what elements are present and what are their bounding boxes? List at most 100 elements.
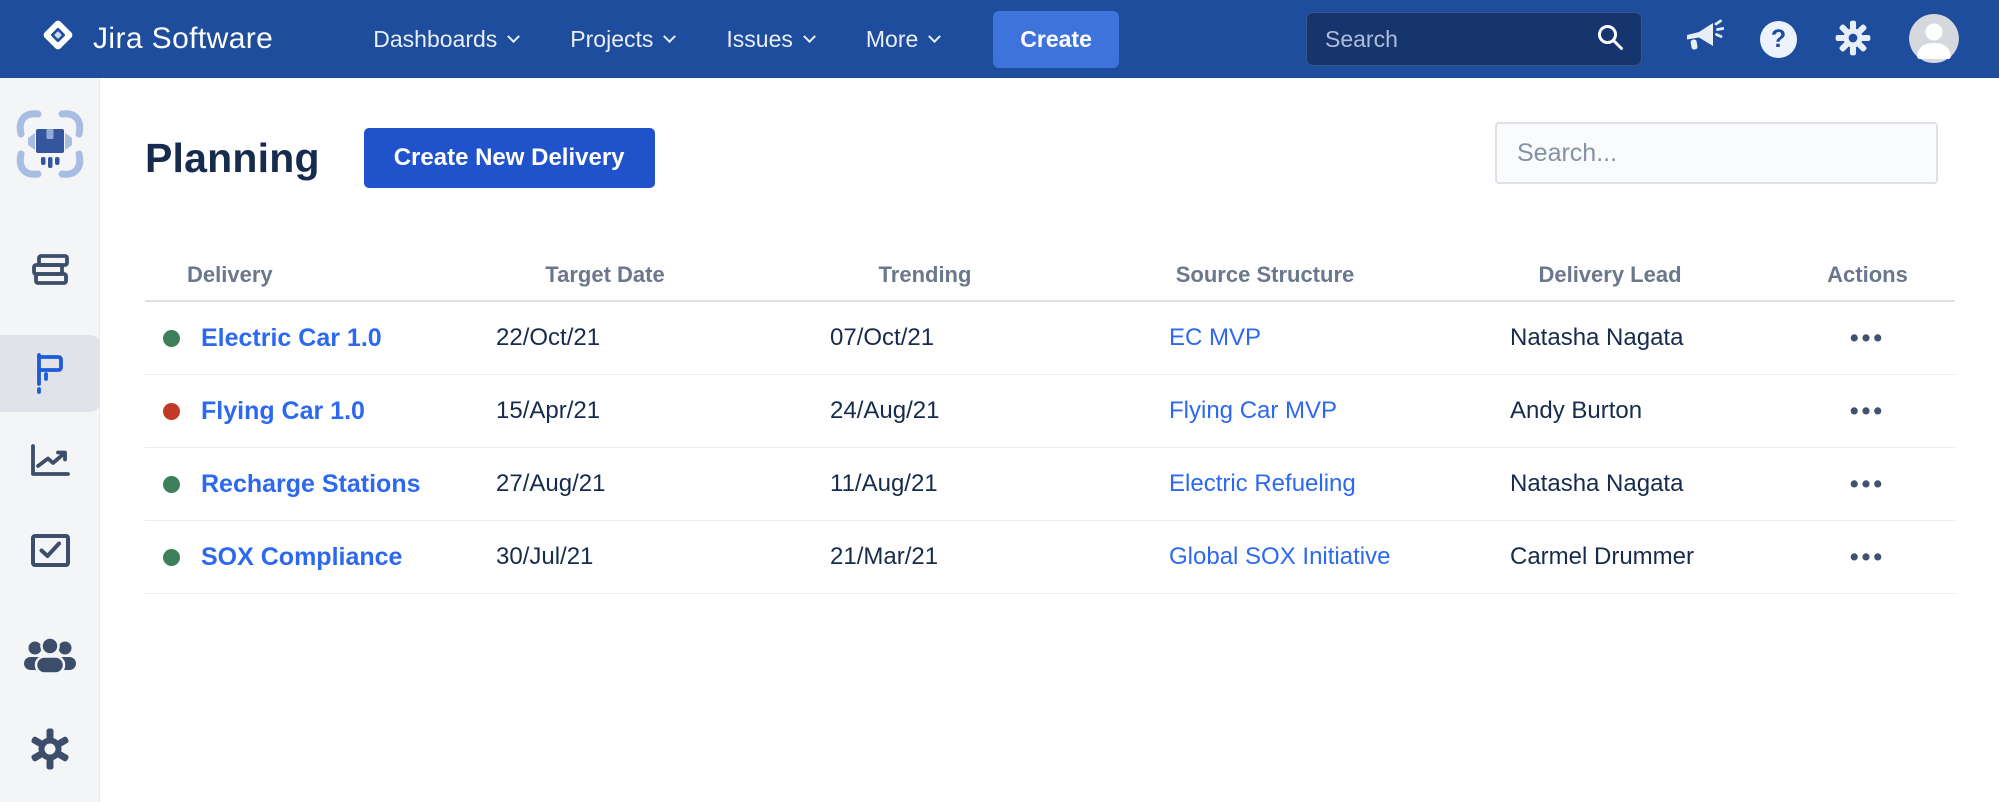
row-actions-button[interactable]: ••• — [1850, 397, 1885, 426]
status-dot — [163, 475, 180, 493]
target-date-cell: 30/Jul/21 — [496, 543, 594, 570]
delivery-link[interactable]: SOX Compliance — [201, 543, 402, 572]
gear-icon — [27, 726, 73, 775]
flag-icon — [27, 348, 73, 399]
status-dot — [163, 548, 180, 566]
user-avatar[interactable] — [1909, 14, 1959, 64]
row-actions-button[interactable]: ••• — [1850, 470, 1885, 499]
column-header-delivery: Delivery — [187, 262, 273, 287]
menu-more[interactable]: More — [865, 25, 942, 53]
package-logo-icon — [8, 102, 92, 189]
stack-icon — [24, 250, 76, 299]
target-date-cell: 27/Aug/21 — [496, 470, 606, 497]
column-header-target-date: Target Date — [545, 262, 665, 287]
menu-issues[interactable]: Issues — [726, 25, 816, 53]
chevron-down-icon — [663, 29, 677, 43]
target-date-cell: 22/Oct/21 — [496, 324, 601, 351]
table-body: Electric Car 1.0 22/Oct/21 07/Oct/21 EC … — [145, 302, 1955, 594]
sidebar-item-reports[interactable] — [0, 435, 100, 485]
target-date-cell: 15/Apr/21 — [496, 397, 601, 424]
table-row: Electric Car 1.0 22/Oct/21 07/Oct/21 EC … — [145, 302, 1955, 375]
sidebar-item-tasks[interactable] — [0, 530, 100, 574]
actions-cell: ••• — [1780, 324, 1955, 353]
delivery-cell: SOX Compliance — [145, 543, 450, 572]
delivery-link[interactable]: Flying Car 1.0 — [201, 397, 365, 426]
source-structure-link[interactable]: Flying Car MVP — [1169, 397, 1337, 424]
source-structure-cell: Flying Car MVP — [1090, 397, 1440, 425]
delivery-lead-cell: Andy Burton — [1510, 397, 1643, 424]
delivery-cell: Electric Car 1.0 — [145, 324, 450, 353]
delivery-lead-cell: Carmel Drummer — [1510, 543, 1695, 570]
people-icon — [22, 635, 78, 680]
trending-cell: 21/Mar/21 — [830, 543, 939, 570]
source-structure-link[interactable]: Electric Refueling — [1169, 470, 1356, 497]
table-row: SOX Compliance 30/Jul/21 21/Mar/21 Globa… — [145, 521, 1955, 594]
create-new-delivery-button[interactable]: Create New Delivery — [363, 128, 655, 188]
source-structure-link[interactable]: EC MVP — [1169, 324, 1261, 351]
help-icon: ? — [1760, 20, 1797, 58]
delivery-link[interactable]: Recharge Stations — [201, 470, 421, 499]
menu-label: Projects — [570, 25, 654, 52]
table-row: Flying Car 1.0 15/Apr/21 24/Aug/21 Flyin… — [145, 375, 1955, 448]
row-actions-button[interactable]: ••• — [1850, 543, 1885, 572]
status-dot — [163, 329, 180, 347]
person-icon — [1909, 14, 1959, 64]
source-structure-cell: EC MVP — [1090, 324, 1440, 352]
jira-brand[interactable]: Jira Software — [38, 15, 273, 63]
actions-cell: ••• — [1780, 543, 1955, 572]
create-button[interactable]: Create — [993, 10, 1119, 68]
actions-cell: ••• — [1780, 397, 1955, 426]
menu-dashboards[interactable]: Dashboards — [373, 25, 521, 53]
page-title: Planning — [145, 134, 320, 181]
delivery-lead-cell: Natasha Nagata — [1510, 470, 1684, 497]
delivery-lead-cell: Natasha Nagata — [1510, 324, 1684, 351]
status-dot — [163, 402, 180, 420]
delivery-link[interactable]: Electric Car 1.0 — [201, 324, 382, 353]
menu-projects[interactable]: Projects — [570, 25, 677, 53]
brand-label: Jira Software — [93, 22, 274, 55]
sidebar-item-delivery-app[interactable] — [0, 103, 100, 187]
row-actions-button[interactable]: ••• — [1850, 324, 1885, 353]
line-chart-icon — [24, 434, 76, 487]
column-header-actions: Actions — [1827, 262, 1908, 287]
settings-button[interactable] — [1833, 18, 1873, 61]
sidebar-item-teams[interactable] — [0, 635, 100, 680]
chevron-down-icon — [507, 29, 521, 43]
global-search-input[interactable] — [1325, 25, 1595, 53]
source-structure-link[interactable]: Global SOX Initiative — [1169, 543, 1390, 570]
delivery-cell: Flying Car 1.0 — [145, 397, 450, 426]
top-navbar: Jira Software Dashboards Projects Issues… — [0, 0, 1999, 78]
deliveries-table: Delivery Target Date Trending Source Str… — [145, 250, 1955, 594]
main-menu: Dashboards Projects Issues More — [373, 25, 942, 53]
sidebar-item-settings[interactable] — [0, 727, 100, 773]
delivery-cell: Recharge Stations — [145, 470, 450, 499]
announcements-button[interactable] — [1682, 18, 1725, 61]
menu-label: Dashboards — [373, 25, 498, 52]
trending-cell: 24/Aug/21 — [830, 397, 940, 424]
trending-cell: 07/Oct/21 — [830, 324, 935, 351]
menu-label: More — [865, 25, 919, 52]
jira-logo-icon — [38, 15, 78, 63]
sidebar-item-structure[interactable] — [0, 248, 100, 300]
chevron-down-icon — [803, 29, 816, 43]
checkbox-icon — [25, 529, 75, 576]
column-header-trending: Trending — [878, 262, 972, 287]
main-content: Planning Create New Delivery Delivery Ta… — [100, 78, 1999, 802]
trending-cell: 11/Aug/21 — [830, 470, 938, 497]
table-filter-input[interactable] — [1495, 122, 1938, 184]
source-structure-cell: Global SOX Initiative — [1090, 543, 1440, 571]
navbar-icons: ? — [1682, 14, 1959, 64]
table-row: Recharge Stations 27/Aug/21 11/Aug/21 El… — [145, 448, 1955, 521]
chevron-down-icon — [928, 29, 942, 43]
sidebar-item-planning[interactable] — [0, 335, 100, 412]
column-header-source-structure: Source Structure — [1175, 262, 1355, 287]
column-header-delivery-lead: Delivery Lead — [1538, 262, 1682, 287]
global-search[interactable] — [1306, 12, 1642, 66]
search-icon — [1595, 22, 1625, 57]
page-header: Planning Create New Delivery — [145, 128, 655, 188]
gear-icon — [1833, 18, 1873, 61]
left-sidebar — [0, 78, 103, 802]
table-header-row: Delivery Target Date Trending Source Str… — [145, 250, 1955, 302]
menu-label: Issues — [726, 25, 793, 52]
help-button[interactable]: ? — [1760, 20, 1797, 58]
